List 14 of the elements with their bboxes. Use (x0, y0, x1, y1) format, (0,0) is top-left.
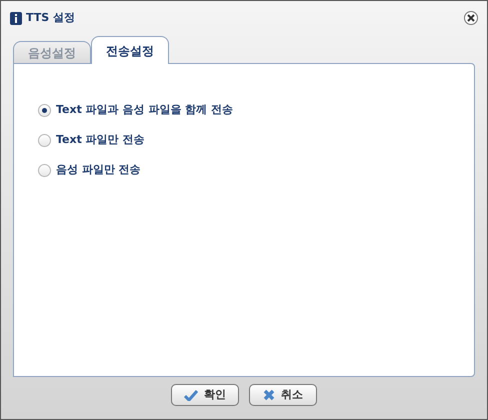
close-button[interactable] (464, 11, 478, 25)
tab[interactable]: 전송설정 (91, 36, 169, 64)
confirm-button[interactable]: 확인 (171, 384, 239, 406)
cancel-button[interactable]: 취소 (249, 384, 317, 406)
radio-option[interactable]: Text 파일과 음성 파일을 함께 전송 (38, 102, 474, 118)
radio-button[interactable] (38, 134, 51, 146)
x-icon (263, 389, 275, 401)
check-icon (184, 390, 198, 400)
radio-button[interactable] (38, 164, 51, 176)
radio-button[interactable] (38, 104, 51, 116)
radio-option[interactable]: 음성 파일만 전송 (38, 162, 474, 178)
radio-option[interactable]: Text 파일만 전송 (38, 132, 474, 148)
window-title: TTS 설정 (26, 10, 76, 26)
info-icon (10, 12, 22, 24)
